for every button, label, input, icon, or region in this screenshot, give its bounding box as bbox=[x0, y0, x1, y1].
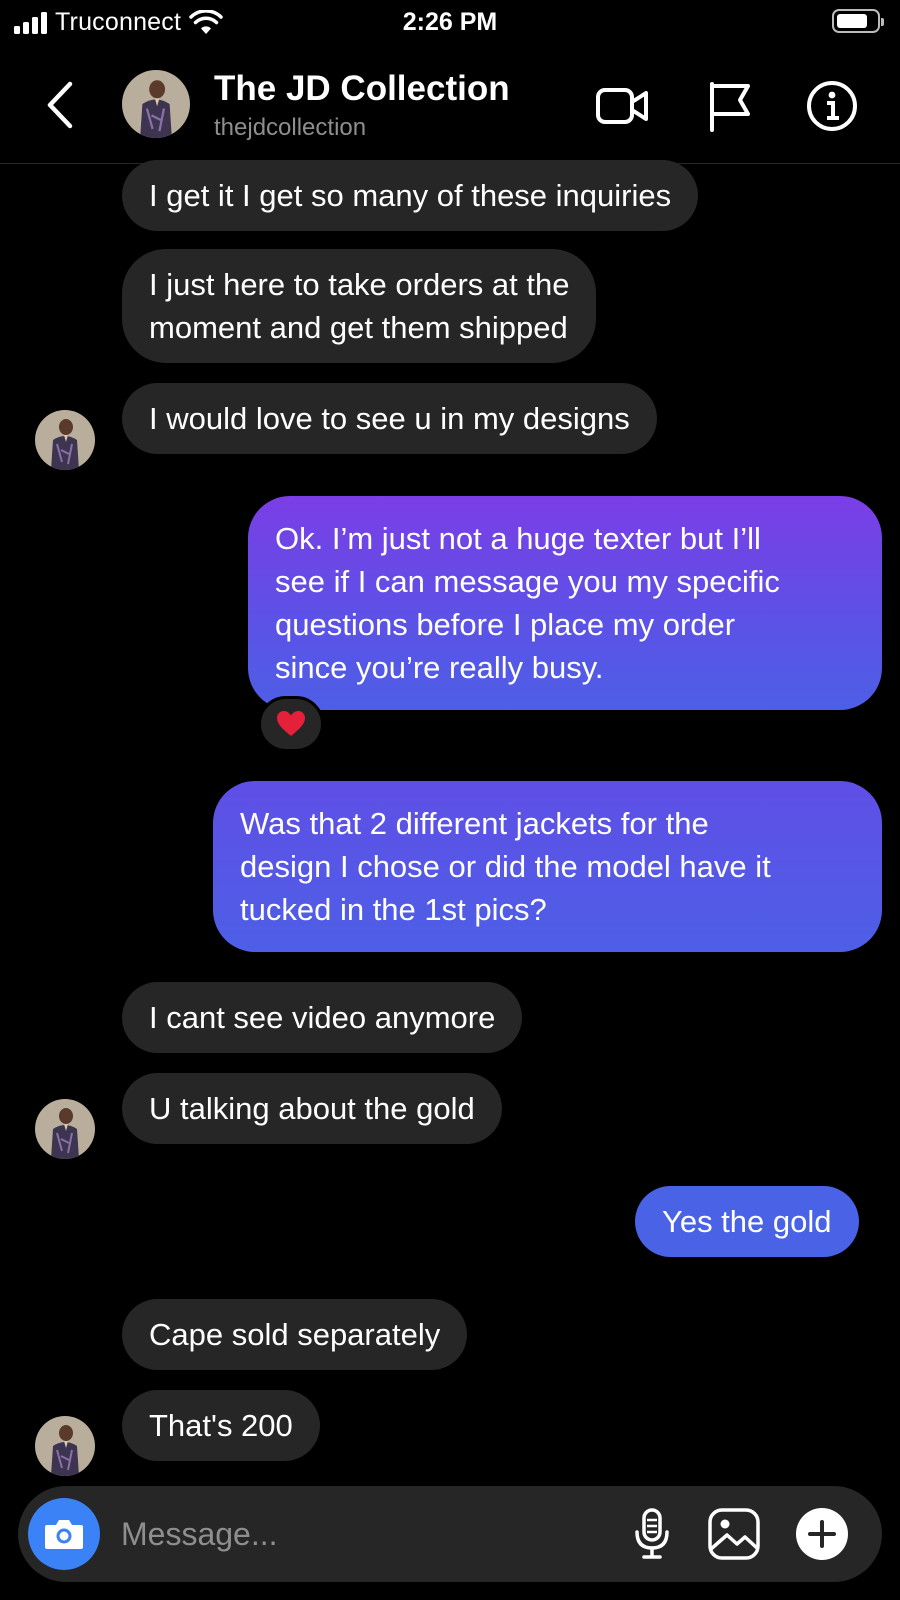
gallery-icon bbox=[708, 1508, 760, 1560]
contact-username[interactable]: thejdcollection bbox=[214, 114, 366, 142]
sender-avatar[interactable] bbox=[35, 1416, 95, 1476]
status-time: 2:26 PM bbox=[402, 8, 498, 36]
add-button[interactable] bbox=[794, 1506, 850, 1562]
received-message[interactable]: That's 200 bbox=[122, 1390, 320, 1461]
message-input[interactable] bbox=[121, 1510, 601, 1558]
camera-button[interactable] bbox=[28, 1498, 100, 1570]
message-text-line: moment and get them shipped bbox=[149, 310, 568, 345]
received-message[interactable]: I would love to see u in my designs bbox=[122, 383, 657, 454]
message-text-line: design I chose or did the model have it bbox=[240, 849, 771, 884]
plus-icon bbox=[796, 1508, 848, 1560]
sender-avatar[interactable] bbox=[35, 1099, 95, 1159]
received-message[interactable]: Cape sold separately bbox=[122, 1299, 468, 1370]
message-text-line: questions before I place my order bbox=[275, 607, 736, 642]
contact-name[interactable]: The JD Collection bbox=[214, 69, 510, 109]
camera-icon bbox=[45, 1520, 83, 1549]
message-text: I get it I get so many of these inquirie… bbox=[149, 178, 672, 213]
flag-icon[interactable] bbox=[702, 78, 758, 134]
contact-avatar[interactable] bbox=[122, 70, 190, 138]
message-text: Yes the gold bbox=[662, 1204, 832, 1239]
sent-message[interactable]: Was that 2 different jackets for the des… bbox=[213, 781, 882, 952]
video-camera-icon[interactable] bbox=[594, 78, 650, 134]
microphone-button[interactable] bbox=[624, 1506, 680, 1562]
message-text-line: since you’re really busy. bbox=[275, 650, 604, 685]
microphone-icon bbox=[635, 1508, 669, 1559]
heart-icon bbox=[277, 711, 305, 736]
message-text: Cape sold separately bbox=[149, 1317, 441, 1352]
message-text-line: tucked in the 1st pics? bbox=[240, 892, 547, 927]
received-message[interactable]: I get it I get so many of these inquirie… bbox=[122, 160, 699, 231]
message-text-line: I just here to take orders at the bbox=[149, 267, 570, 302]
sent-message[interactable]: Ok. I’m just not a huge texter but I’ll … bbox=[248, 496, 882, 710]
message-composer bbox=[18, 1486, 882, 1582]
message-text-line: Was that 2 different jackets for the bbox=[240, 806, 709, 841]
message-text: That's 200 bbox=[149, 1408, 293, 1443]
message-text-line: Ok. I’m just not a huge texter but I’ll bbox=[275, 521, 761, 556]
chat-header: The JD Collection thejdcollection bbox=[0, 52, 900, 164]
message-text: U talking about the gold bbox=[149, 1091, 475, 1126]
message-text: I cant see video anymore bbox=[149, 1000, 496, 1035]
message-text: I would love to see u in my designs bbox=[149, 401, 630, 436]
received-message[interactable]: I just here to take orders at the moment… bbox=[122, 249, 597, 363]
back-chevron-icon[interactable] bbox=[40, 78, 80, 132]
status-bar: Truconnect 2:26 PM bbox=[0, 0, 900, 46]
sender-avatar[interactable] bbox=[35, 410, 95, 470]
message-text-line: see if I can message you my specific bbox=[275, 564, 780, 599]
gallery-button[interactable] bbox=[706, 1506, 762, 1562]
battery-icon bbox=[832, 9, 884, 33]
received-message[interactable]: U talking about the gold bbox=[122, 1073, 502, 1144]
heart-reaction-icon[interactable] bbox=[258, 696, 324, 752]
received-message[interactable]: I cant see video anymore bbox=[122, 982, 523, 1053]
info-icon[interactable] bbox=[804, 78, 860, 134]
sent-message[interactable]: Yes the gold bbox=[635, 1186, 859, 1257]
